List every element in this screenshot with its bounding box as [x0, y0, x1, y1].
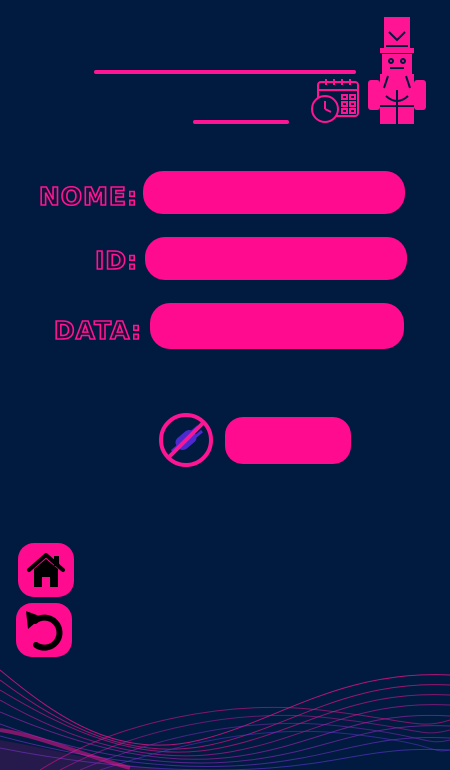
- home-button[interactable]: [18, 543, 74, 597]
- back-button[interactable]: [16, 603, 72, 657]
- undo-arrow-icon: [26, 611, 63, 651]
- calendar-clock-icon: [311, 79, 359, 123]
- header-line-short: [193, 120, 289, 124]
- data-label: DATA:: [53, 315, 142, 346]
- nome-input[interactable]: [143, 171, 405, 214]
- home-icon: [27, 553, 65, 587]
- nome-label: NOME:: [38, 181, 138, 212]
- disconnect-button[interactable]: [157, 411, 215, 469]
- id-label: ID:: [94, 245, 138, 276]
- data-input[interactable]: [150, 303, 404, 349]
- id-input[interactable]: [145, 237, 407, 280]
- nutcracker-icon: [368, 17, 426, 124]
- submit-button[interactable]: [225, 417, 351, 464]
- no-plug-icon: [159, 413, 213, 467]
- wave-decoration: [0, 669, 450, 770]
- header-line-top: [94, 70, 356, 74]
